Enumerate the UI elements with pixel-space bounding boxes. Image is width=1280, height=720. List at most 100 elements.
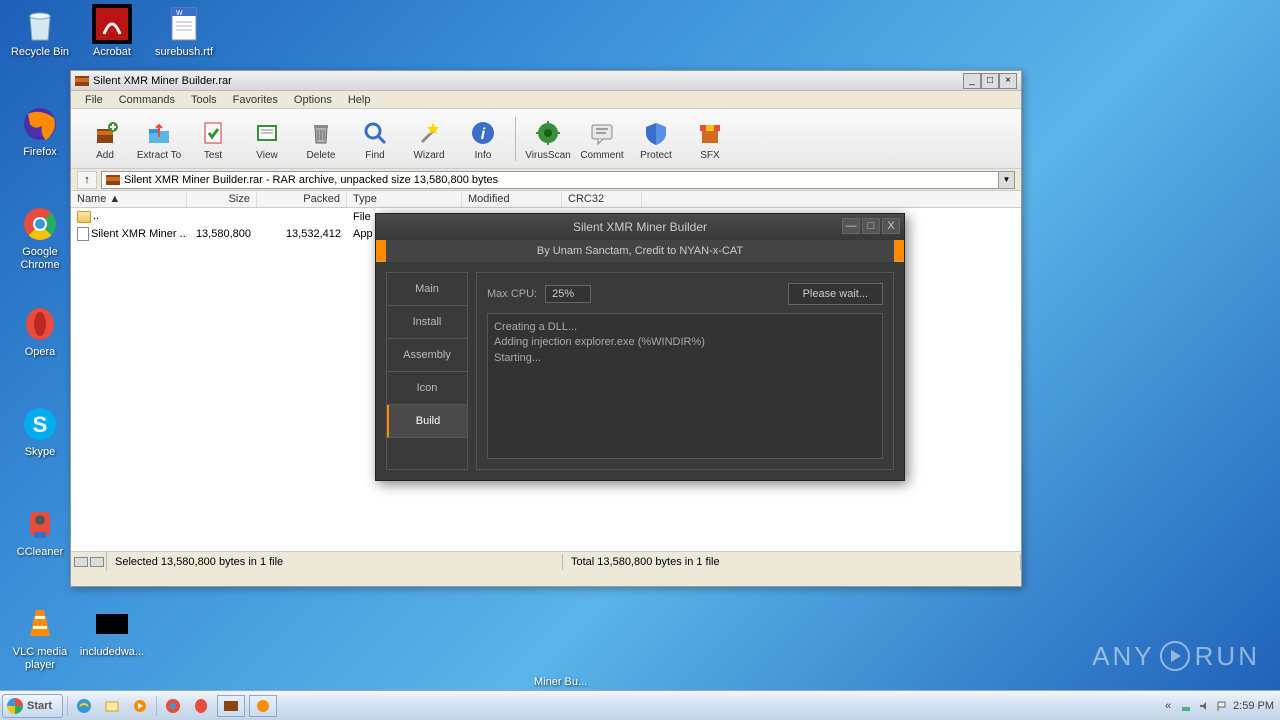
status-total: Total 13,580,800 bytes in 1 file — [563, 554, 1021, 570]
tool-label: Add — [96, 150, 114, 161]
miner-minimize-button[interactable]: — — [842, 218, 860, 234]
toolbar-delete-button[interactable]: Delete — [295, 112, 347, 166]
tab-install[interactable]: Install — [387, 306, 467, 339]
taskbar-task-miner[interactable] — [249, 695, 277, 717]
path-input[interactable]: Silent XMR Miner Builder.rar - RAR archi… — [101, 171, 1015, 189]
svg-text:i: i — [481, 126, 486, 143]
menu-help[interactable]: Help — [340, 93, 379, 107]
path-dropdown-icon[interactable]: ▼ — [998, 172, 1014, 188]
tab-build[interactable]: Build — [387, 405, 467, 438]
miner-titlebar[interactable]: Silent XMR Miner Builder — □ X — [376, 214, 904, 240]
toolbar-info-button[interactable]: iInfo — [457, 112, 509, 166]
tray-expand-icon[interactable]: « — [1161, 699, 1175, 713]
miner-title: Silent XMR Miner Builder — [573, 220, 707, 234]
column-header-type[interactable]: Type — [347, 191, 462, 207]
app-icon — [20, 4, 60, 44]
desktop-icon-firefox[interactable]: Firefox — [6, 104, 74, 159]
column-header-modified[interactable]: Modified — [462, 191, 562, 207]
tray-volume-icon[interactable] — [1197, 699, 1211, 713]
winrar-icon — [75, 74, 89, 88]
taskbar-task-label-overflow: Miner Bu... — [534, 676, 587, 688]
max-cpu-label: Max CPU: — [487, 288, 537, 300]
tray-network-icon[interactable] — [1179, 699, 1193, 713]
miner-builder-window: Silent XMR Miner Builder — □ X By Unam S… — [375, 213, 905, 481]
tool-label: VirusScan — [525, 150, 570, 161]
toolbar-test-button[interactable]: Test — [187, 112, 239, 166]
column-header-name[interactable]: Name ▲ — [71, 191, 187, 207]
taskbar-media-icon[interactable] — [128, 695, 152, 717]
desktop-icon-recycle-bin[interactable]: Recycle Bin — [6, 4, 74, 59]
winrar-toolbar: Add Extract To Test View Delete Find Wizard iIn… — [71, 109, 1021, 169]
max-cpu-select[interactable]: 25% — [545, 285, 591, 303]
log-line: Starting... — [494, 351, 876, 366]
desktop-icon-google-chrome[interactable]: Google Chrome — [6, 204, 74, 272]
app-icon: S — [20, 404, 60, 444]
max-cpu-value: 25% — [552, 288, 574, 300]
wizard-icon — [413, 117, 445, 149]
toolbar-virusscan-button[interactable]: VirusScan — [522, 112, 574, 166]
desktop-icon-ccleaner[interactable]: CCleaner — [6, 504, 74, 559]
tool-label: Delete — [307, 150, 336, 161]
app-icon — [92, 604, 132, 644]
menu-commands[interactable]: Commands — [111, 93, 183, 107]
add-icon — [89, 117, 121, 149]
menu-tools[interactable]: Tools — [183, 93, 225, 107]
minimize-button[interactable]: _ — [963, 73, 981, 89]
icon-label: VLC media player — [6, 646, 74, 672]
credit-text: By Unam Sanctam, Credit to NYAN-x-CAT — [537, 245, 743, 257]
up-button[interactable]: ↑ — [77, 171, 97, 189]
tab-icon[interactable]: Icon — [387, 372, 467, 405]
tool-label: View — [256, 150, 278, 161]
close-button[interactable]: × — [999, 73, 1017, 89]
toolbar-find-button[interactable]: Find — [349, 112, 401, 166]
app-icon — [92, 4, 132, 44]
column-header-packed[interactable]: Packed — [257, 191, 347, 207]
desktop-icon-surebush-rtf[interactable]: Wsurebush.rtf — [150, 4, 218, 59]
icon-label: surebush.rtf — [150, 46, 218, 59]
taskbar-opera-icon[interactable] — [189, 695, 213, 717]
desktop-icon-vlc-media-player[interactable]: VLC media player — [6, 604, 74, 672]
miner-maximize-button[interactable]: □ — [862, 218, 880, 234]
taskbar-explorer-icon[interactable] — [100, 695, 124, 717]
desktop-icon-acrobat[interactable]: Acrobat — [78, 4, 146, 59]
tool-label: Find — [365, 150, 384, 161]
tab-main[interactable]: Main — [387, 273, 467, 306]
taskbar-chrome-icon[interactable] — [161, 695, 185, 717]
tray-clock[interactable]: 2:59 PM — [1233, 700, 1274, 712]
tool-label: Wizard — [413, 150, 444, 161]
toolbar-protect-button[interactable]: Protect — [630, 112, 682, 166]
miner-credit-bar: By Unam Sanctam, Credit to NYAN-x-CAT — [376, 240, 904, 262]
toolbar-view-button[interactable]: View — [241, 112, 293, 166]
toolbar-add-button[interactable]: Add — [79, 112, 131, 166]
view-icon — [251, 117, 283, 149]
tray-flag-icon[interactable] — [1215, 699, 1229, 713]
toolbar-comment-button[interactable]: Comment — [576, 112, 628, 166]
toolbar-wizard-button[interactable]: Wizard — [403, 112, 455, 166]
taskbar-ie-icon[interactable] — [72, 695, 96, 717]
winrar-statusbar: Selected 13,580,800 bytes in 1 file Tota… — [71, 551, 1021, 571]
menu-favorites[interactable]: Favorites — [225, 93, 286, 107]
desktop-icon-opera[interactable]: Opera — [6, 304, 74, 359]
menu-options[interactable]: Options — [286, 93, 340, 107]
column-header-size[interactable]: Size — [187, 191, 257, 207]
build-button[interactable]: Please wait... — [788, 283, 883, 305]
tool-label: Test — [204, 150, 222, 161]
column-header-crc32[interactable]: CRC32 — [562, 191, 642, 207]
test-icon — [197, 117, 229, 149]
svg-text:S: S — [33, 412, 48, 437]
file-icon — [77, 227, 89, 241]
desktop-icon-skype[interactable]: SSkype — [6, 404, 74, 459]
tool-label: Extract To — [137, 150, 181, 161]
toolbar-sfx-button[interactable]: SFX — [684, 112, 736, 166]
delete-icon — [305, 117, 337, 149]
menu-file[interactable]: File — [77, 93, 111, 107]
maximize-button[interactable]: □ — [981, 73, 999, 89]
anyrun-watermark: ANY RUN — [1092, 640, 1260, 672]
desktop-icon-includedwa-[interactable]: includedwa... — [78, 604, 146, 659]
taskbar-task-winrar[interactable] — [217, 695, 245, 717]
winrar-titlebar[interactable]: Silent XMR Miner Builder.rar _ □ × — [71, 71, 1021, 91]
start-button[interactable]: Start — [2, 694, 63, 718]
miner-close-button[interactable]: X — [882, 218, 900, 234]
tab-assembly[interactable]: Assembly — [387, 339, 467, 372]
toolbar-extract-to-button[interactable]: Extract To — [133, 112, 185, 166]
